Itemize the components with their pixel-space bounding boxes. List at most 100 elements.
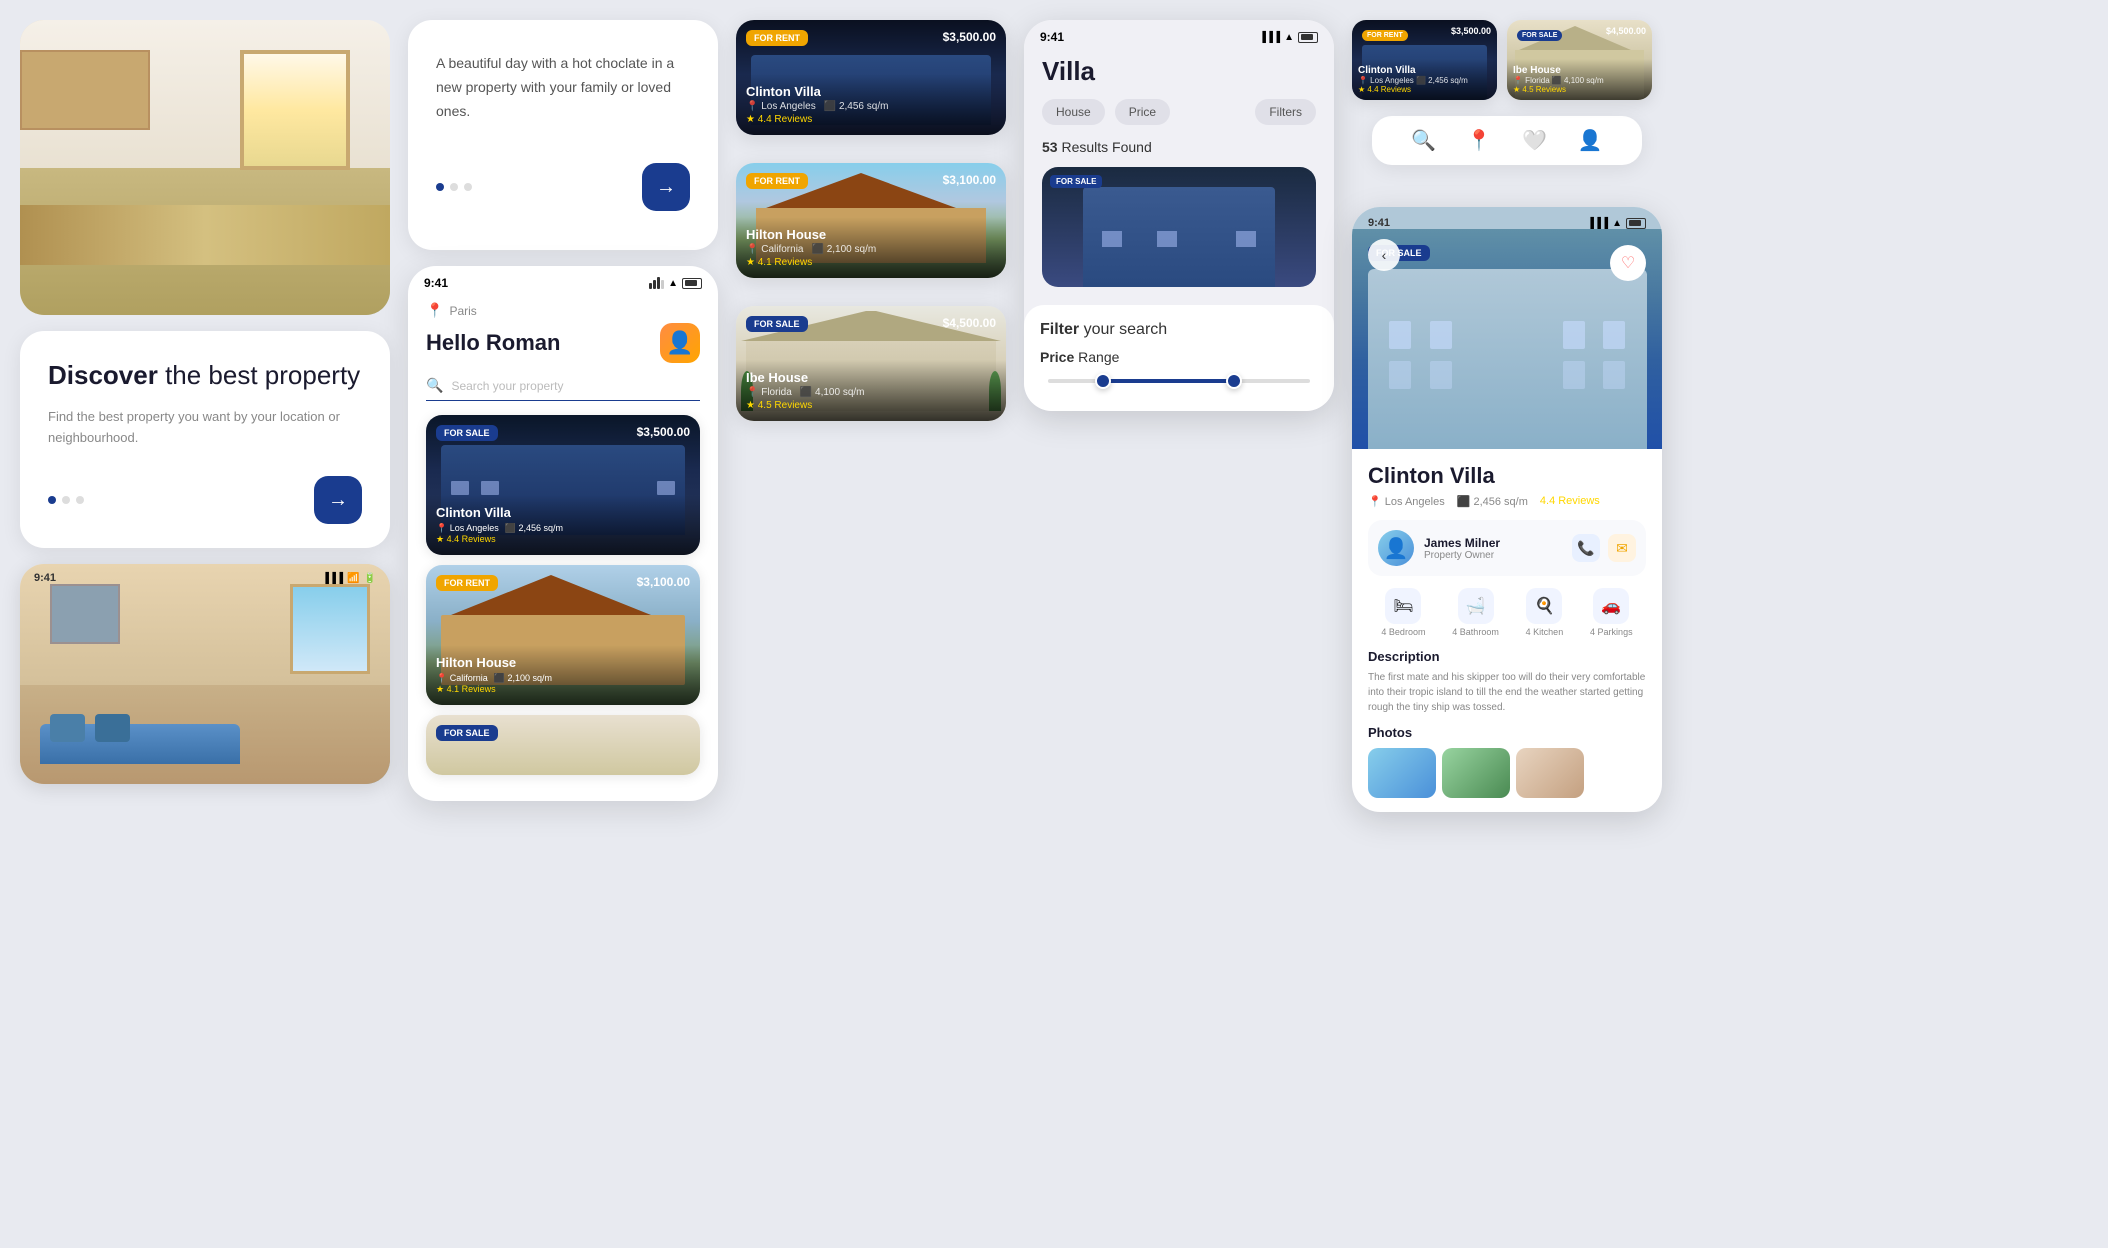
property-location: 📍 Los Angeles [436, 523, 499, 534]
photo-3[interactable] [1516, 748, 1584, 798]
hello-row: Hello Roman 👤 [426, 323, 700, 363]
property-image-ibe: FOR SALE [426, 715, 700, 775]
detail-status-bar: 9:41 ▐▐▐ ▲ [1352, 207, 1662, 229]
nav-bar-wrapper: 🔍 📍 🤍 👤 [1352, 116, 1662, 179]
results-number: 53 [1042, 139, 1058, 155]
detail-window-7 [1563, 361, 1585, 389]
detail-back-btn[interactable]: ‹ [1368, 239, 1400, 271]
property-card-hilton[interactable]: FOR RENT Hilton House 📍 California ⬛ 2,1… [426, 565, 700, 705]
nav-profile-icon[interactable]: 👤 [1578, 128, 1603, 153]
sp-clinton-price: $3,500.00 [1451, 26, 1491, 36]
greeting-text: Hello Roman [426, 330, 560, 356]
property-card-ibe-partial[interactable]: FOR SALE [426, 715, 700, 775]
photo-2[interactable] [1442, 748, 1510, 798]
sp-clinton-rating: ★ 4.4 Reviews [1358, 85, 1491, 94]
kitchen-icon: 🍳 [1526, 588, 1562, 624]
owner-role: Property Owner [1424, 550, 1500, 561]
location-row: 📍 Paris [426, 302, 700, 319]
tab-filters[interactable]: Filters [1255, 99, 1316, 125]
search-placeholder: Search your property [451, 379, 563, 393]
back-icon[interactable]: ‹ [1368, 239, 1400, 271]
list-card-ibe[interactable]: FOR SALE Ibe House 📍 Florida ⬛ 4,100 sq/… [736, 306, 1006, 421]
message-button[interactable]: ✉ [1608, 534, 1636, 562]
detail-favorite-btn[interactable]: ♡ [1610, 245, 1646, 281]
clinton-loc: 📍 Los Angeles [746, 101, 816, 112]
description-text: The first mate and his skipper too will … [1368, 670, 1646, 715]
ibe-info: Ibe House 📍 Florida ⬛ 4,100 sq/m ★ 4.5 R… [736, 360, 1006, 421]
detail-signal: ▐▐▐ [1587, 218, 1608, 229]
price-range-label: Price Range [1040, 349, 1318, 365]
amenity-bathroom: 🛁 4 Bathroom [1452, 588, 1499, 637]
next-button-2[interactable]: → [642, 163, 690, 211]
small-img-ibe: FOR SALE Ibe House 📍 Florida ⬛ 4,100 sq/… [1507, 20, 1652, 100]
sp-ibe-price: $4,500.00 [1606, 26, 1646, 36]
range-thumb-right[interactable] [1226, 373, 1242, 389]
property-overlay: Clinton Villa 📍 Los Angeles ⬛ 2,456 sq/m… [426, 495, 700, 555]
status-icons-2: ▲ [649, 277, 702, 289]
discover-card: Discover the best property Find the best… [20, 331, 390, 548]
price-range-slider[interactable] [1048, 379, 1310, 383]
ibe-loc: 📍 Florida [746, 387, 792, 398]
hilton-loc: 📍 California [746, 244, 803, 255]
property-details-hilton: 📍 California ⬛ 2,100 sq/m [436, 673, 690, 684]
villa-status-icons: ▐▐▐ ▲ [1259, 32, 1318, 43]
list-card-clinton[interactable]: FOR RENT Clinton Villa 📍 Los Angeles ⬛ 2… [736, 20, 1006, 135]
tab-house[interactable]: House [1042, 99, 1105, 125]
small-card-clinton[interactable]: FOR RENT Clinton Villa 📍 Los Angeles ⬛ 2… [1352, 20, 1497, 100]
dot-a3 [464, 183, 472, 191]
list-img-clinton: FOR RENT Clinton Villa 📍 Los Angeles ⬛ 2… [736, 20, 1006, 135]
avatar-face: 👤 [666, 330, 693, 356]
sp-ibe-details: 📍 Florida ⬛ 4,100 sq/m [1513, 76, 1646, 85]
photo-1[interactable] [1368, 748, 1436, 798]
list-card-hilton[interactable]: FOR RENT Hilton House 📍 California ⬛ 2,1… [736, 163, 1006, 278]
property-area: ⬛ 2,456 sq/m [505, 523, 563, 534]
amenity-bedroom: 🛏 4 Bedroom [1381, 588, 1425, 637]
column-3: FOR RENT Clinton Villa 📍 Los Angeles ⬛ 2… [736, 20, 1006, 433]
filter-sheet: Filter your search Price Range [1024, 305, 1334, 411]
detail-property-name: Clinton Villa [1368, 463, 1646, 489]
dot-3 [76, 496, 84, 504]
tab-price[interactable]: Price [1115, 99, 1170, 125]
status-time-2: 9:41 [424, 276, 448, 290]
next-button[interactable]: → [314, 476, 362, 524]
parking-label: 4 Parkings [1590, 627, 1633, 637]
hilton-sub: 📍 California ⬛ 2,100 sq/m [746, 244, 996, 255]
hilton-info: Hilton House 📍 California ⬛ 2,100 sq/m ★… [736, 217, 1006, 278]
bathroom-label: 4 Bathroom [1452, 627, 1499, 637]
ibe-sub: 📍 Florida ⬛ 4,100 sq/m [746, 387, 996, 398]
building-ibe [426, 715, 700, 775]
filter-tabs: House Price Filters [1042, 99, 1316, 125]
amenity-kitchen: 🍳 4 Kitchen [1526, 588, 1564, 637]
property-name: Clinton Villa [436, 505, 690, 520]
detail-window-8 [1603, 361, 1625, 389]
range-thumb-left[interactable] [1095, 373, 1111, 389]
detail-window-4 [1603, 321, 1625, 349]
nav-location-icon[interactable]: 📍 [1467, 128, 1492, 153]
discover-footer: → [48, 476, 362, 524]
pagination-dots-2 [436, 183, 472, 191]
result-card-partial[interactable]: FOR SALE [1042, 167, 1316, 287]
small-clinton-tag: FOR RENT [1362, 30, 1408, 41]
hilton-area: ⬛ 2,100 sq/m [494, 673, 552, 684]
property-image-hilton: FOR RENT Hilton House 📍 California ⬛ 2,1… [426, 565, 700, 705]
property-card-clinton[interactable]: FOR SALE Clinton Villa 📍 Los Angeles ⬛ 2… [426, 415, 700, 555]
small-card-ibe[interactable]: FOR SALE Ibe House 📍 Florida ⬛ 4,100 sq/… [1507, 20, 1652, 100]
ibe-rating: ★ 4.5 Reviews [746, 400, 996, 411]
owner-avatar: 👤 [1378, 530, 1414, 566]
detail-window-1 [1389, 321, 1411, 349]
amenity-parking: 🚗 4 Parkings [1590, 588, 1633, 637]
nav-search-icon[interactable]: 🔍 [1411, 128, 1436, 153]
villa-status-bar: 9:41 ▐▐▐ ▲ [1024, 20, 1334, 48]
small-clinton-info: Clinton Villa 📍 Los Angeles ⬛ 2,456 sq/m… [1352, 59, 1497, 100]
pillow-2 [95, 714, 130, 742]
detail-content: Clinton Villa 📍 Los Angeles ⬛ 2,456 sq/m… [1352, 449, 1662, 812]
search-phone: 9:41 ▲ 📍 Paris Hello Roman 👤 [408, 266, 718, 801]
detail-phone: 9:41 ▐▐▐ ▲ [1352, 207, 1662, 812]
property-meta: 📍 Los Angeles ⬛ 2,456 sq/m [436, 523, 563, 534]
user-avatar[interactable]: 👤 [660, 323, 700, 363]
nav-favorites-icon[interactable]: 🤍 [1522, 128, 1547, 153]
search-bar[interactable]: 🔍 Search your property [426, 377, 700, 401]
ibe-tag-sale: FOR SALE [746, 316, 808, 332]
window-1 [451, 481, 469, 495]
call-button[interactable]: 📞 [1572, 534, 1600, 562]
